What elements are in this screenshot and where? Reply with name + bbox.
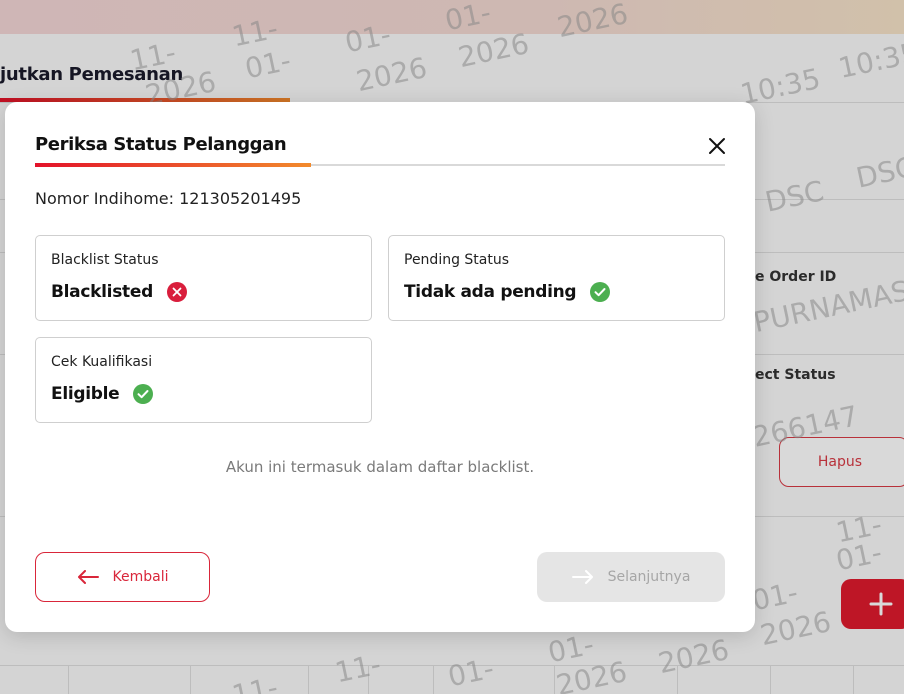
blacklist-message: Akun ini termasuk dalam daftar blacklist… xyxy=(225,458,535,476)
card-value-text: Blacklisted xyxy=(51,282,153,302)
card-value: Tidak ada pending xyxy=(404,282,611,302)
card-label: Blacklist Status xyxy=(51,252,159,268)
card-label: Cek Kualifikasi xyxy=(51,354,153,370)
arrow-right-icon xyxy=(571,570,593,584)
back-button[interactable]: Kembali xyxy=(35,552,210,602)
check-circle-icon xyxy=(590,282,611,302)
customer-status-modal: Periksa Status Pelanggan Nomor Indihome:… xyxy=(5,102,755,632)
close-button[interactable] xyxy=(705,134,729,158)
card-value: Blacklisted xyxy=(51,282,187,302)
indihome-number: Nomor Indihome: 121305201495 xyxy=(35,189,302,208)
next-button[interactable]: Selanjutnya xyxy=(537,552,725,602)
close-icon xyxy=(709,138,725,154)
next-button-label: Selanjutnya xyxy=(607,569,691,585)
x-circle-icon xyxy=(166,282,187,302)
card-value: Eligible xyxy=(51,384,154,404)
back-button-label: Kembali xyxy=(112,569,169,585)
title-accent-bar xyxy=(35,163,311,167)
check-circle-icon xyxy=(133,384,154,404)
modal-title: Periksa Status Pelanggan xyxy=(35,134,287,155)
qualification-card: Cek Kualifikasi Eligible xyxy=(35,337,372,423)
arrow-left-icon xyxy=(77,570,99,584)
pending-status-card: Pending Status Tidak ada pending xyxy=(388,235,725,321)
card-value-text: Eligible xyxy=(51,384,120,404)
card-label: Pending Status xyxy=(404,252,510,268)
blacklist-status-card: Blacklist Status Blacklisted xyxy=(35,235,372,321)
card-value-text: Tidak ada pending xyxy=(404,282,577,302)
